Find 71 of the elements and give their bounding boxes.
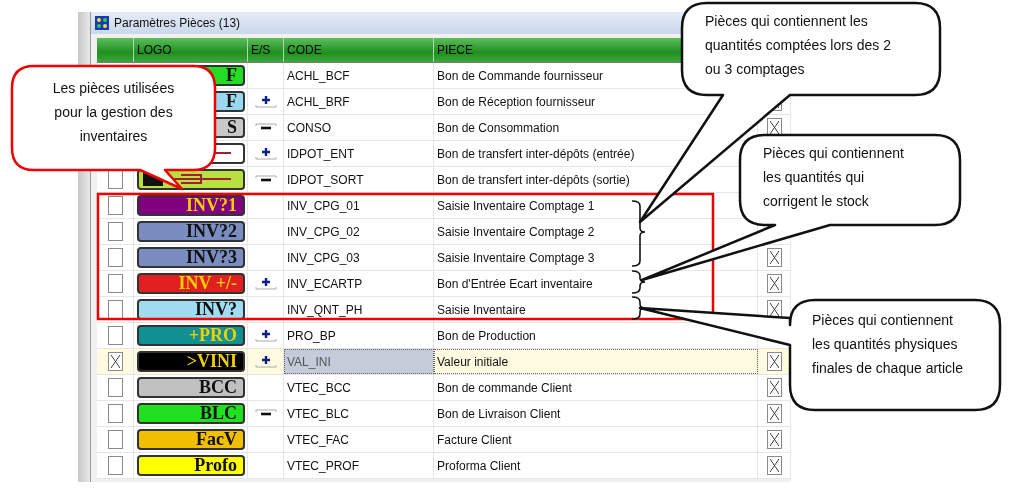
checkbox[interactable] — [107, 430, 123, 449]
logo: INV?3 — [137, 247, 245, 268]
table-cell-text: VAL_INI — [286, 353, 332, 371]
callout-text: Pièces qui contiennent les quantités qui corrigent le stock — [763, 144, 905, 211]
table-cell-text: VTEC_PROF — [286, 458, 359, 473]
checkbox[interactable] — [766, 430, 782, 449]
table-cell-text: Bon de Réception fournisseur — [436, 94, 596, 109]
checkbox[interactable] — [766, 456, 782, 475]
column-header[interactable]: LOGO — [137, 43, 172, 57]
checkbox[interactable] — [107, 248, 123, 267]
logo: INV?2 — [137, 221, 245, 242]
logo: FacV — [137, 429, 245, 450]
checkbox[interactable] — [107, 352, 123, 371]
column-header[interactable]: CODE — [287, 43, 322, 57]
callout-text: Pièces qui contiennent les quantités comptées lors des 2 ou 3 comptages — [705, 12, 892, 79]
table-cell-text: INV_CPG_02 — [286, 224, 360, 239]
curly-brace — [631, 270, 646, 294]
table-cell-text: Bon de transfert inter-dépôts (sortie) — [436, 172, 630, 187]
table-cell-text: Bon de transfert inter-dépôts (entrée) — [436, 146, 635, 161]
checkbox[interactable] — [766, 248, 782, 267]
logo: INV?1 — [137, 195, 245, 216]
table-cell-text: Facture Client — [436, 432, 512, 447]
logo: INV +/- — [137, 273, 245, 294]
table-cell-text: Saisie Inventaire — [436, 302, 526, 317]
table-cell-text: Bon d'Entrée Ecart inventaire — [436, 276, 593, 291]
table-cell-text: Bon de Production — [436, 328, 536, 343]
checkbox[interactable] — [107, 378, 123, 397]
table-cell-text: Bon de commande Client — [436, 380, 572, 395]
curly-brace — [631, 200, 646, 267]
checkbox[interactable] — [107, 326, 123, 345]
table-cell-text: INV_ECARTP — [286, 276, 363, 291]
table-cell-text: INV_CPG_03 — [286, 250, 360, 265]
table-cell-text: PRO_BP — [286, 328, 336, 343]
checkbox[interactable] — [107, 222, 123, 241]
checkbox[interactable] — [766, 352, 782, 371]
checkbox[interactable] — [107, 196, 123, 215]
table-cell-text: Bon de Livraison Client — [436, 406, 561, 421]
column-header[interactable]: E/S — [251, 43, 271, 57]
logo: >VINI — [137, 351, 245, 372]
table-cell-text: Valeur initiale — [436, 353, 510, 371]
logo: BLC — [137, 403, 245, 424]
table-cell-text: IDPOT_SORT — [286, 172, 364, 187]
table-cell-text: VTEC_BCC — [286, 380, 351, 395]
logo: Profo — [137, 455, 245, 476]
app-icon — [95, 16, 109, 30]
table-cell-text: INV_QNT_PH — [286, 302, 363, 317]
table-cell-text: ACHL_BCF — [286, 68, 350, 83]
checkbox[interactable] — [766, 404, 782, 423]
column-header[interactable]: PIECE — [437, 43, 473, 57]
logo: BCC — [137, 377, 245, 398]
checkbox[interactable] — [766, 274, 782, 293]
table-cell-text: IDPOT_ENT — [286, 146, 355, 161]
table-cell-text: ACHL_BRF — [286, 94, 350, 109]
table-cell-text: VTEC_FAC — [286, 432, 349, 447]
window-title: Paramètres Pièces (13) — [114, 16, 241, 30]
table-cell-text: Proforma Client — [436, 458, 521, 473]
callout-text: Pièces qui contiennent les quantités physiques finales de chaque article — [812, 311, 964, 378]
logo: INV? — [137, 299, 245, 320]
table-cell-text: Saisie Inventaire Comptage 1 — [436, 198, 595, 213]
table-cell-text: Bon de Commande fournisseur — [436, 68, 604, 83]
checkbox[interactable] — [107, 404, 123, 423]
logo: +PRO — [137, 325, 245, 346]
table-cell-text: VTEC_BLC — [286, 406, 350, 421]
checkbox[interactable] — [107, 274, 123, 293]
checkbox[interactable] — [107, 456, 123, 475]
table-cell-text: Saisie Inventaire Comptage 2 — [436, 224, 595, 239]
table-cell-text: Saisie Inventaire Comptage 3 — [436, 250, 595, 265]
table-cell-text: CONSO — [286, 120, 331, 135]
checkbox[interactable] — [766, 378, 782, 397]
table-cell-text: Bon de Consommation — [436, 120, 560, 135]
table-cell-text: INV_CPG_01 — [286, 198, 360, 213]
